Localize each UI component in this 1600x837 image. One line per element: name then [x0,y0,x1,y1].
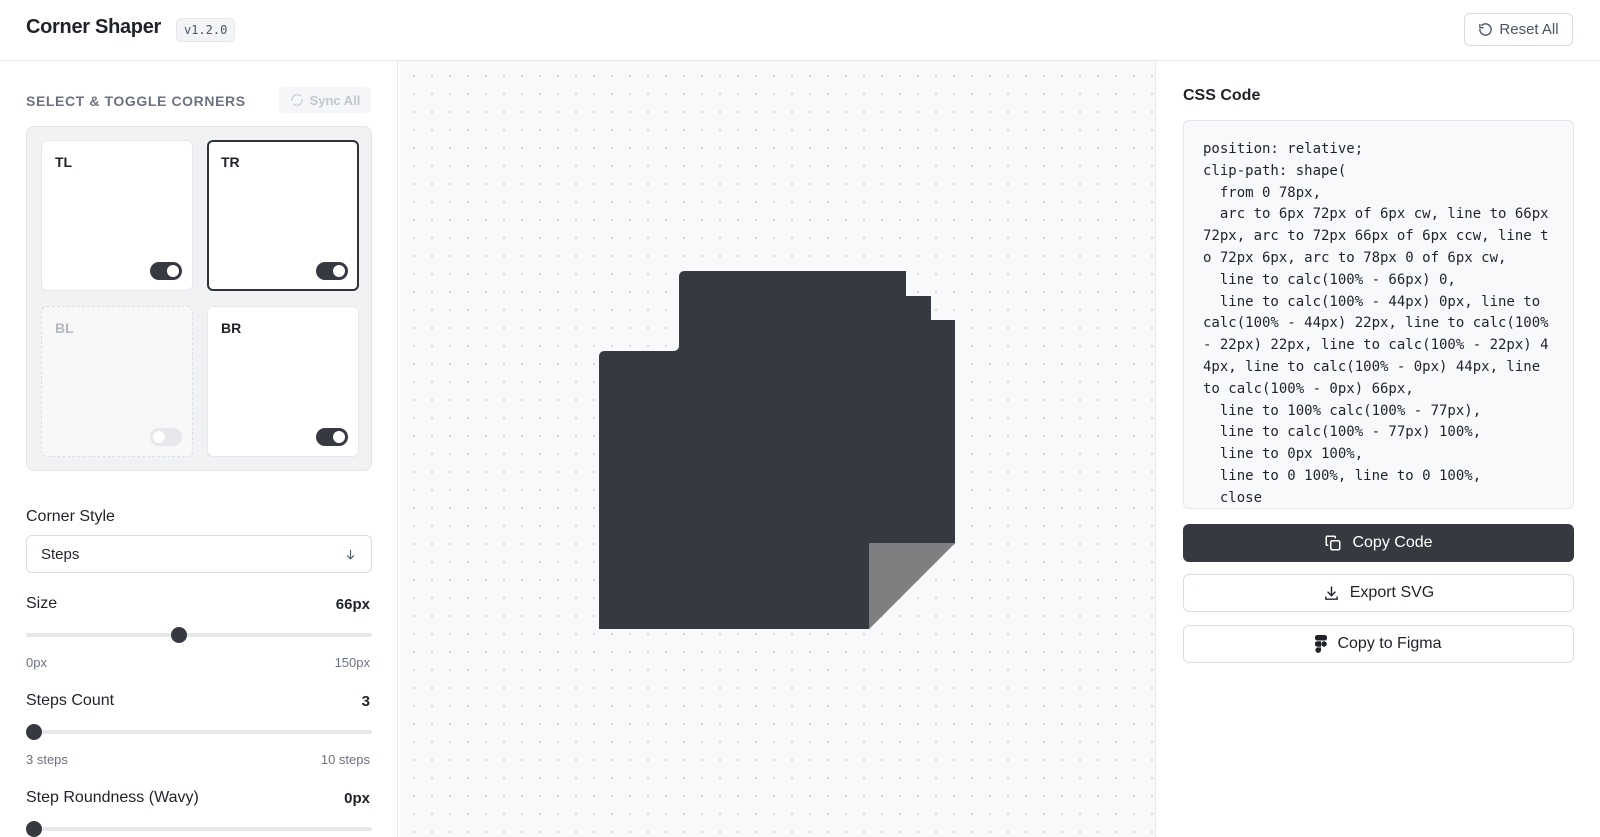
rotate-ccw-icon [1478,22,1493,37]
size-min-label: 0px [26,655,47,670]
size-max-label: 150px [334,655,370,670]
css-code-title: CSS Code [1183,87,1261,104]
reset-all-label: Reset All [1499,21,1559,38]
copy-icon [1324,534,1342,552]
figma-icon [1315,635,1328,653]
sync-all-button[interactable]: Sync All [279,87,371,113]
slider-track [26,730,372,734]
reset-all-button[interactable]: Reset All [1464,13,1573,46]
app-header: Corner Shaper v1.2.0 Reset All [0,0,1600,61]
corner-label: BL [55,320,74,336]
corners-section-label: SELECT & TOGGLE CORNERS [26,93,246,109]
copy-to-figma-button[interactable]: Copy to Figma [1183,625,1574,663]
steps-count-slider[interactable] [26,722,372,742]
corner-toggle-tl[interactable] [150,262,182,280]
css-code-box[interactable]: position: relative; clip-path: shape( fr… [1183,120,1574,509]
copy-code-label: Copy Code [1352,534,1433,551]
size-slider[interactable] [26,625,372,645]
export-svg-button[interactable]: Export SVG [1183,574,1574,612]
shape-preview [599,271,955,629]
export-svg-label: Export SVG [1349,584,1435,601]
corner-card-tl[interactable]: TL [41,140,193,291]
steps-count-label: Steps Count [26,692,115,709]
step-roundness-value: 0px [344,790,370,807]
shape-fold [869,543,955,629]
slider-thumb[interactable] [171,627,188,643]
controls-panel: SELECT & TOGGLE CORNERS Sync All TL TR B… [0,61,398,837]
corner-style-value: Steps [41,545,80,563]
step-roundness-slider[interactable] [26,819,372,837]
corner-label: TL [55,154,73,170]
corner-label: BR [221,320,242,336]
slider-thumb[interactable] [26,821,42,837]
download-icon [1323,585,1340,602]
refresh-icon [290,93,304,107]
sync-all-label: Sync All [309,92,361,108]
corner-style-label: Corner Style [26,508,115,525]
corner-style-select[interactable]: Steps [26,535,372,573]
corner-label: TR [221,154,240,170]
preview-canvas [399,61,1156,837]
corner-toggle-bl[interactable] [150,428,182,446]
steps-count-value: 3 [361,693,370,710]
size-label: Size [26,595,58,612]
corner-selector-grid: TL TR BL BR [26,126,372,471]
corner-card-bl[interactable]: BL [41,306,193,457]
arrow-down-icon [344,548,357,561]
version-badge: v1.2.0 [176,18,236,42]
size-value: 66px [335,596,370,613]
output-panel: CSS Code position: relative; clip-path: … [1157,61,1600,837]
corner-toggle-br[interactable] [316,428,348,446]
corner-card-br[interactable]: BR [207,306,359,457]
app-title: Corner Shaper [26,16,162,38]
corner-toggle-tr[interactable] [316,262,348,280]
steps-min-label: 3 steps [26,752,68,767]
slider-track [26,633,372,637]
slider-thumb[interactable] [26,724,42,740]
copy-to-figma-label: Copy to Figma [1337,635,1442,652]
copy-code-button[interactable]: Copy Code [1183,524,1574,562]
step-roundness-label: Step Roundness (Wavy) [26,789,199,806]
css-code-text: position: relative; clip-path: shape( fr… [1203,141,1549,506]
slider-track [26,827,372,831]
corner-card-tr[interactable]: TR [207,140,359,291]
steps-max-label: 10 steps [320,752,370,767]
